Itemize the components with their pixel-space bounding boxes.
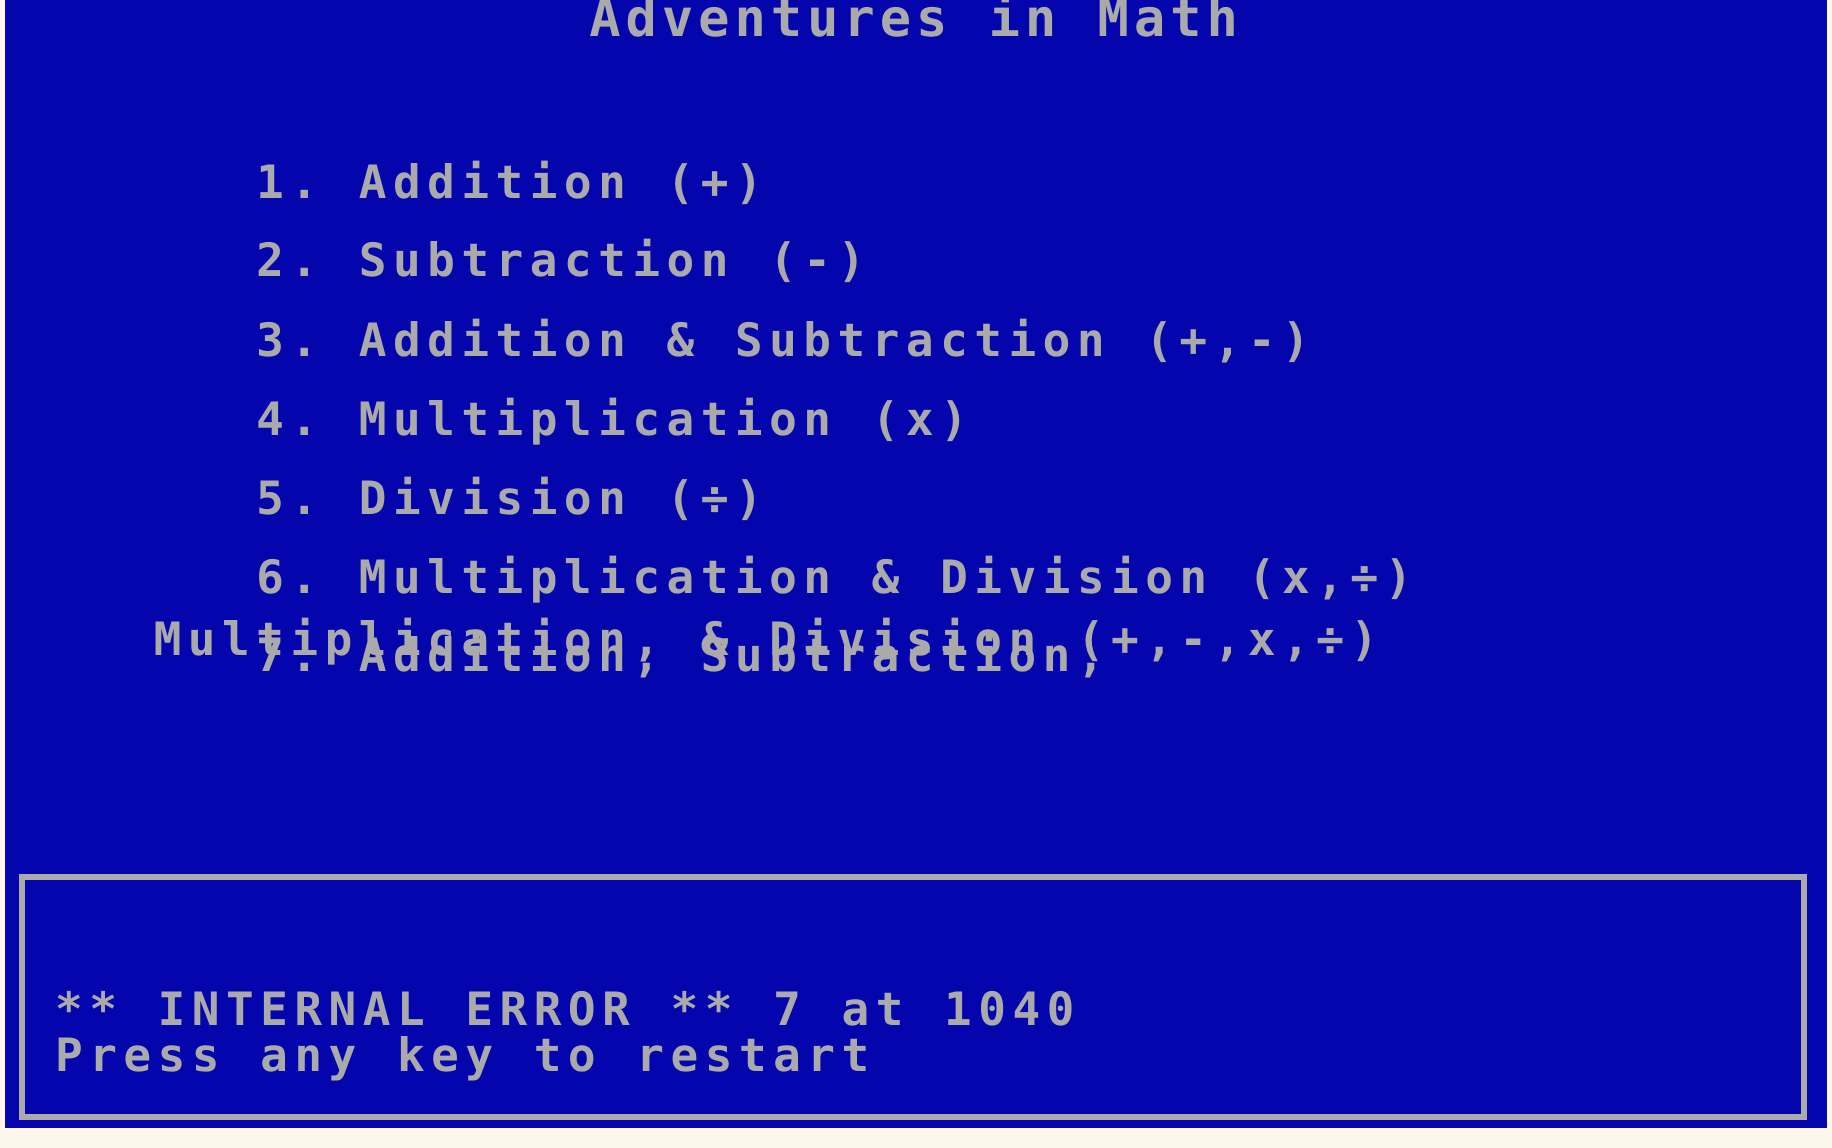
page-title: Adventures in Math	[589, 0, 1243, 49]
page-frame: Adventures in Math 1. Addition (+) 2. Su…	[0, 0, 1832, 1148]
error-dialog: ** INTERNAL ERROR ** 7 at 1040 Press any…	[19, 874, 1807, 1120]
menu-item-label-continued: Multiplication, & Division (+,-,x,÷)	[153, 612, 1385, 666]
error-message: ** INTERNAL ERROR ** 7 at 1040	[55, 982, 1081, 1036]
menu-item-all-operations-wrap: Multiplication, & Division (+,-,x,÷)	[51, 613, 1385, 665]
error-restart-prompt[interactable]: Press any key to restart	[55, 1030, 876, 1080]
crt-screen: Adventures in Math 1. Addition (+) 2. Su…	[5, 0, 1827, 1128]
